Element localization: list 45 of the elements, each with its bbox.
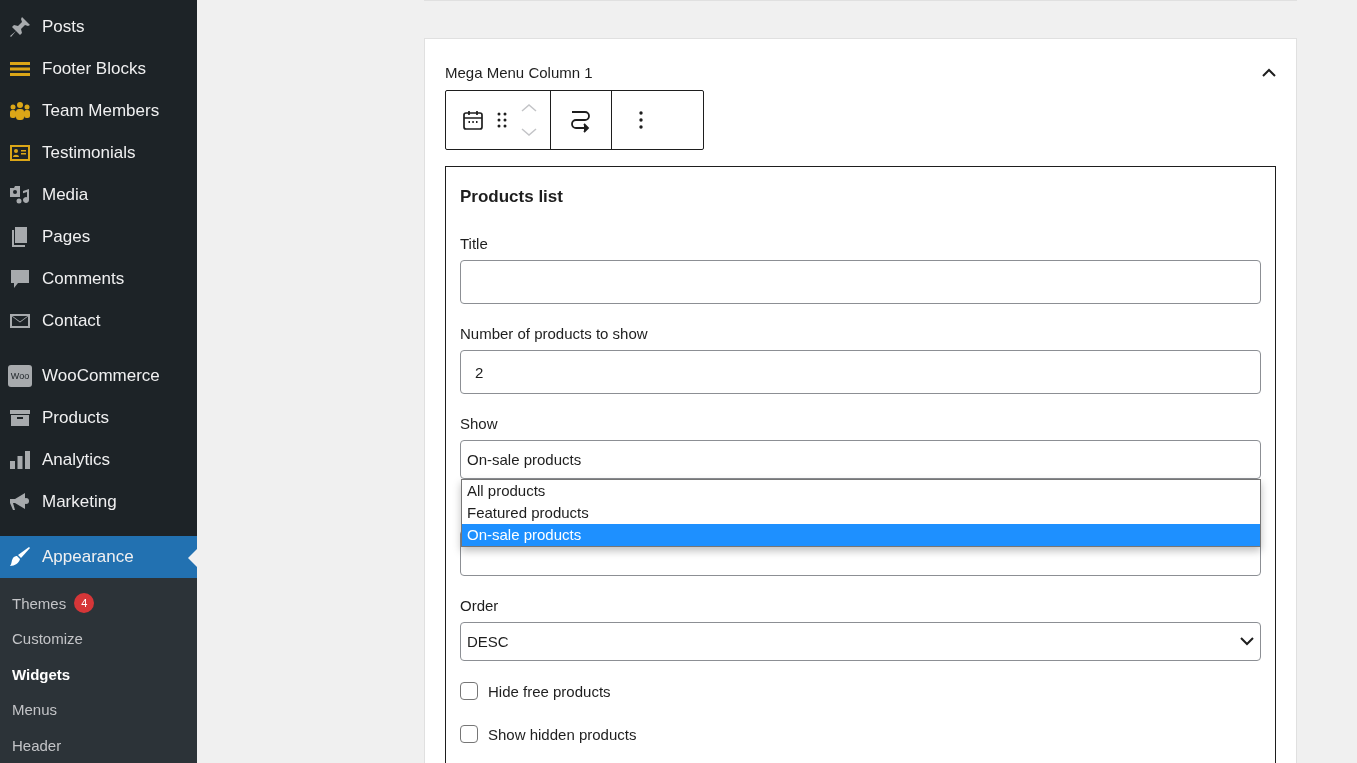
sidebar-menu-item[interactable]: Products <box>0 396 197 439</box>
chevron-icon <box>1262 67 1276 77</box>
sidebar-menu-item[interactable]: Woo WooCommerce <box>0 354 197 397</box>
select-field[interactable]: DESC <box>460 622 1261 661</box>
submenu-item[interactable]: Menus <box>0 692 197 728</box>
select-field[interactable]: On-sale products <box>460 440 1261 479</box>
submenu-item[interactable]: Themes 4 <box>0 585 197 622</box>
calendar-icon[interactable] <box>462 109 484 131</box>
dropdown-option[interactable]: Featured products <box>462 502 1260 524</box>
paintbrush-icon <box>8 544 32 569</box>
sidebar-menu-item[interactable]: Testimonials <box>0 131 197 174</box>
block-title: Products list <box>460 187 564 207</box>
submenu-item[interactable]: Widgets <box>0 656 197 693</box>
pushpin-icon <box>8 15 32 39</box>
current-arrow-icon <box>188 548 197 567</box>
sidebar-menu-item[interactable]: Posts <box>0 6 197 48</box>
widget-area-title: Mega Menu Column 1 <box>445 63 593 81</box>
sidebar-menu-item[interactable]: Analytics <box>0 438 197 481</box>
field-label: Show <box>460 415 499 432</box>
drag-handle-icon[interactable] <box>496 111 508 129</box>
submenu-item[interactable]: Header <box>0 727 197 763</box>
dropdown-option[interactable]: All products <box>462 480 1260 502</box>
sidebar-menu-item[interactable]: Contact <box>0 299 197 342</box>
field-label: Number of products to show <box>460 325 649 342</box>
checkbox[interactable] <box>460 725 478 743</box>
checkbox-label[interactable]: Show hidden products <box>460 725 1261 743</box>
input-field[interactable] <box>460 260 1261 304</box>
checkbox-label[interactable]: Hide free products <box>460 682 1261 700</box>
woo-logo-icon: Woo <box>8 364 32 387</box>
update-count-badge: 4 <box>74 593 95 614</box>
sidebar-menu-item[interactable]: Team Members <box>0 89 197 132</box>
sidebar-menu-item[interactable]: Marketing <box>0 480 197 523</box>
sidebar-menu-item[interactable]: Pages <box>0 215 197 258</box>
sidebar-menu-item[interactable]: Appearance <box>0 535 197 578</box>
collapse-button[interactable] <box>1262 67 1276 77</box>
sidebar-menu-item[interactable]: Media <box>0 173 197 216</box>
checkbox[interactable] <box>460 682 478 700</box>
more-options-icon[interactable] <box>638 110 644 130</box>
submenu-item[interactable]: Customize <box>0 621 197 657</box>
sidebar-menu-item[interactable]: Footer Blocks <box>0 47 197 90</box>
sidebar-menu-item[interactable]: Comments <box>0 257 197 300</box>
chevron-icon <box>1240 637 1254 646</box>
field-label: Order <box>460 597 500 614</box>
input-field[interactable]: 2 <box>460 350 1261 394</box>
field-label: Title <box>460 235 489 252</box>
